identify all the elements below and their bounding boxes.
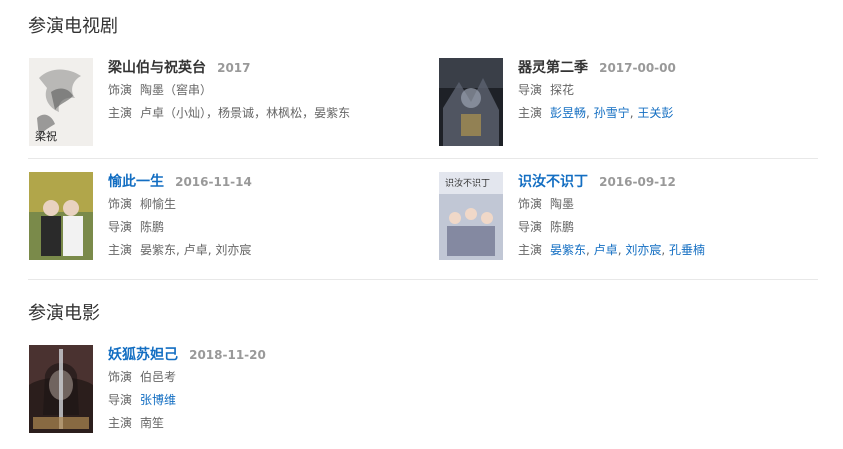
show-title-link[interactable]: 愉此一生 <box>108 174 164 190</box>
cast-name: 晏紫东 <box>140 243 177 257</box>
cast-row: 主演 晏紫东, 卢卓, 刘亦宸, 孔垂楠 <box>518 243 705 257</box>
section-divider <box>28 279 818 280</box>
role-label: 饰演 <box>518 197 543 211</box>
cast-link[interactable]: 彭昱畅 <box>550 106 586 120</box>
release-date: 2016-09-12 <box>599 175 676 189</box>
cast-name: 杨景诚 <box>218 106 255 120</box>
cast-name: 南笙 <box>140 416 165 430</box>
movie-title-link[interactable]: 妖狐苏妲己 <box>108 347 178 363</box>
poster-liangzhu[interactable]: 梁祝 <box>29 58 93 146</box>
role-row: 饰演 柳愉生 <box>108 196 252 213</box>
poster-shirubushiding[interactable]: 识汝不识丁 <box>439 172 503 260</box>
role-label: 饰演 <box>108 83 133 97</box>
show-title: 梁山伯与祝英台 <box>108 60 206 76</box>
cast-name: 刘亦宸 <box>215 243 252 257</box>
role-value: 陶墨（窖串） <box>140 83 213 97</box>
release-date: 2016-11-14 <box>175 175 252 189</box>
poster-yuciyisheng[interactable] <box>29 172 93 260</box>
role-value: 柳愉生 <box>140 197 177 211</box>
tv-card: 识汝不识丁 识汝不识丁 2016-09-12 饰演 陶墨 导演 陈鹏 主演 晏紫东, … <box>439 172 799 260</box>
show-title: 器灵第二季 <box>518 60 588 76</box>
release-date: 2017-00-00 <box>599 61 676 75</box>
cast-label: 主演 <box>108 416 133 430</box>
director-label: 导演 <box>518 83 543 97</box>
poster-image <box>439 58 503 146</box>
cast-name: 林枫松 <box>266 106 303 120</box>
director-row: 导演 探花 <box>518 82 676 99</box>
tv-section-heading: 参演电视剧 <box>28 16 118 37</box>
cast-link[interactable]: 孙雪宁 <box>594 106 630 120</box>
tv-card: 器灵第二季 2017-00-00 导演 探花 主演 彭昱畅, 孙雪宁, 王关彭 <box>439 58 799 146</box>
release-date: 2017 <box>217 61 251 75</box>
cast-row: 主演 南笙 <box>108 415 266 432</box>
poster-image: 梁祝 <box>29 58 93 146</box>
poster-yaohusudaji[interactable] <box>29 345 93 433</box>
cast-name: 卢卓 <box>183 243 208 257</box>
director-row: 导演 张博维 <box>108 392 266 409</box>
director-label: 导演 <box>518 220 543 234</box>
cast-label: 主演 <box>518 106 543 120</box>
director-value: 陈鹏 <box>140 220 165 234</box>
director-label: 导演 <box>108 393 133 407</box>
cast-name: 卢卓（小灿） <box>140 106 207 120</box>
director-row: 导演 陈鹏 <box>108 219 252 236</box>
role-value: 伯邑考 <box>140 370 177 384</box>
cast-link[interactable]: 孔垂楠 <box>669 243 705 257</box>
cast-row: 主演 彭昱畅, 孙雪宁, 王关彭 <box>518 106 674 120</box>
movie-section-heading: 参演电影 <box>28 303 100 324</box>
cast-link[interactable]: 晏紫东 <box>550 243 586 257</box>
role-label: 饰演 <box>108 370 133 384</box>
svg-text:梁祝: 梁祝 <box>35 129 57 143</box>
show-title-link[interactable]: 识汝不识丁 <box>518 174 588 190</box>
tv-card: 梁祝 梁山伯与祝英台 2017 饰演 陶墨（窖串） 主演 卢卓（小灿），杨景诚，林枫… <box>29 58 389 146</box>
cast-row: 主演 卢卓（小灿），杨景诚，林枫松，晏紫东 <box>108 106 351 120</box>
cast-label: 主演 <box>108 106 133 120</box>
cast-label: 主演 <box>108 243 133 257</box>
svg-text:识汝不识丁: 识汝不识丁 <box>445 177 490 189</box>
director-value: 探花 <box>550 83 575 97</box>
poster-qiling[interactable] <box>439 58 503 146</box>
director-link[interactable]: 张博维 <box>140 393 176 407</box>
director-row: 导演 陈鹏 <box>518 219 705 236</box>
role-row: 饰演 伯邑考 <box>108 369 266 386</box>
poster-image: 识汝不识丁 <box>439 172 503 260</box>
director-label: 导演 <box>108 220 133 234</box>
role-row: 饰演 陶墨 <box>518 196 705 213</box>
role-label: 饰演 <box>108 197 133 211</box>
poster-image <box>29 172 93 260</box>
cast-link[interactable]: 王关彭 <box>637 106 673 120</box>
director-value: 陈鹏 <box>550 220 575 234</box>
role-row: 饰演 陶墨（窖串） <box>108 82 350 99</box>
row-divider <box>28 158 818 159</box>
movie-card: 妖狐苏妲己 2018-11-20 饰演 伯邑考 导演 张博维 主演 南笙 <box>29 345 389 433</box>
poster-image <box>29 345 93 433</box>
cast-label: 主演 <box>518 243 543 257</box>
cast-link[interactable]: 卢卓 <box>594 243 618 257</box>
role-value: 陶墨 <box>550 197 575 211</box>
cast-link[interactable]: 刘亦宸 <box>625 243 661 257</box>
release-date: 2018-11-20 <box>189 348 266 362</box>
cast-row: 主演 晏紫东, 卢卓, 刘亦宸 <box>108 243 252 257</box>
cast-name: 晏紫东 <box>314 106 351 120</box>
tv-card: 愉此一生 2016-11-14 饰演 柳愉生 导演 陈鹏 主演 晏紫东, 卢卓, 刘亦… <box>29 172 389 260</box>
